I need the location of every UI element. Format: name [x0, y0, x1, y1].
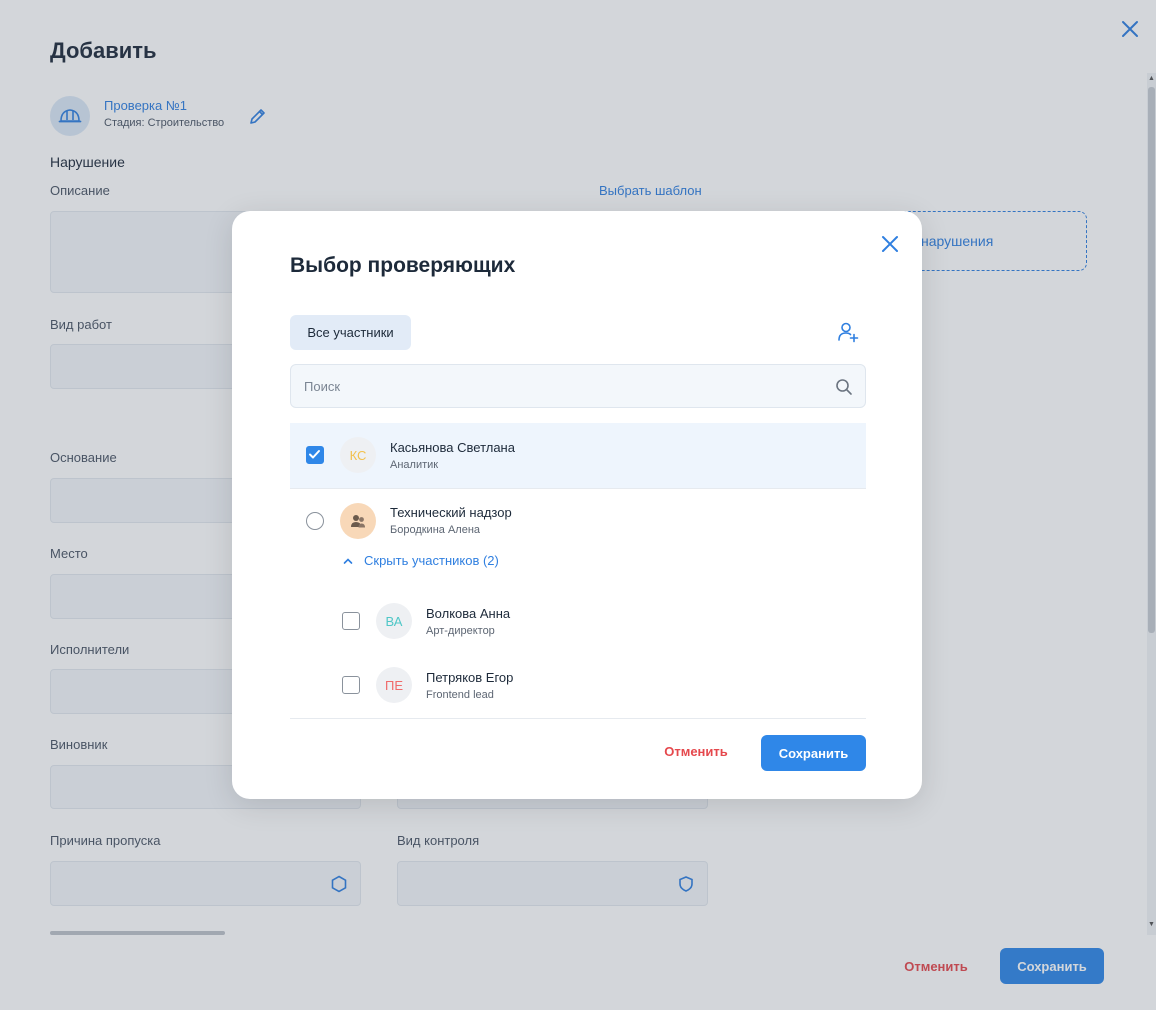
group-name: Технический надзор	[390, 505, 512, 520]
hide-participants-toggle[interactable]: Скрыть участников (2)	[342, 553, 499, 568]
avatar: ПЕ	[376, 667, 412, 703]
chevron-up-icon	[343, 557, 353, 564]
group-icon	[340, 503, 376, 539]
close-icon[interactable]	[878, 232, 902, 256]
checkbox[interactable]	[342, 612, 360, 630]
person-role: Арт-директор	[426, 625, 495, 637]
modal-save-button[interactable]: Сохранить	[761, 735, 866, 771]
search-icon[interactable]	[835, 378, 853, 396]
group-lead: Бородкина Алена	[390, 524, 481, 536]
person-name: Касьянова Светлана	[390, 440, 515, 455]
checkbox[interactable]	[342, 676, 360, 694]
modal-cancel-button[interactable]: Отменить	[656, 741, 736, 761]
reviewer-select-modal: Выбор проверяющих Все участники КС Касья…	[232, 211, 922, 799]
list-item[interactable]: КС Касьянова Светлана Аналитик	[290, 423, 866, 488]
radio-button[interactable]	[306, 512, 324, 530]
avatar: КС	[340, 437, 376, 473]
search-box	[290, 364, 866, 408]
checkbox-checked[interactable]	[306, 446, 324, 464]
person-name: Волкова Анна	[426, 606, 511, 621]
person-name: Петряков Егор	[426, 670, 514, 685]
check-icon	[309, 450, 320, 459]
add-user-icon[interactable]	[836, 320, 860, 344]
participants-list: КС Касьянова Светлана Аналитик Техническ…	[290, 423, 866, 719]
list-item-group[interactable]: Технический надзор Бородкина Алена	[290, 489, 866, 553]
person-role: Аналитик	[390, 459, 439, 471]
avatar: ВА	[376, 603, 412, 639]
search-input[interactable]	[304, 365, 824, 407]
all-participants-chip[interactable]: Все участники	[290, 315, 411, 350]
list-item[interactable]: ВА Волкова Анна Арт-директор	[290, 589, 866, 653]
list-item[interactable]: ПЕ Петряков Егор Frontend lead	[290, 654, 866, 718]
person-role: Frontend lead	[426, 689, 494, 701]
modal-title: Выбор проверяющих	[290, 254, 516, 277]
toggle-label: Скрыть участников (2)	[364, 553, 499, 568]
